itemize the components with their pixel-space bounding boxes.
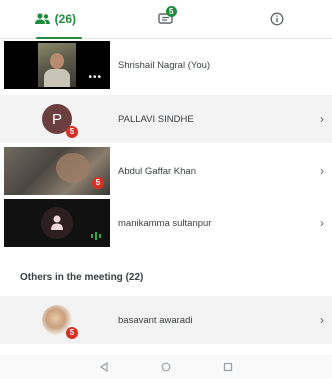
person-icon <box>51 215 63 230</box>
more-options-icon[interactable]: ••• <box>88 72 102 83</box>
avatar: 5 <box>42 305 78 339</box>
chevron-right-icon[interactable]: › <box>320 216 324 230</box>
tab-bar: (26) 5 <box>0 0 332 39</box>
audio-level-icon <box>91 232 101 240</box>
active-tab-indicator <box>36 37 82 39</box>
info-icon <box>270 12 284 26</box>
badge: 5 <box>66 126 78 138</box>
badge: 5 <box>66 327 78 339</box>
participant-row[interactable]: 5 Abdul Gaffar Khan › <box>0 147 332 195</box>
chevron-right-icon[interactable]: › <box>320 313 324 327</box>
video-tile: ••• <box>4 41 110 89</box>
participant-video <box>38 43 76 87</box>
chevron-right-icon[interactable]: › <box>320 112 324 126</box>
home-icon[interactable] <box>161 362 171 372</box>
participant-name: Shrishail Nagral (You) <box>118 59 211 71</box>
participant-name: basavant awaradi <box>118 314 193 326</box>
avatar-tile: P 5 <box>4 95 110 143</box>
chevron-right-icon[interactable]: › <box>320 164 324 178</box>
participant-row[interactable]: 5 basavant awaradi › <box>0 296 332 344</box>
system-nav-bar <box>0 355 332 379</box>
tab-info[interactable] <box>221 0 332 38</box>
participant-row[interactable]: ••• Shrishail Nagral (You) <box>0 41 332 89</box>
participant-name: PALLAVI SINDHE <box>118 113 194 125</box>
people-icon <box>34 13 50 24</box>
participant-name: Abdul Gaffar Khan <box>118 165 196 177</box>
participant-row[interactable]: manikamma sultanpur › <box>0 199 332 247</box>
tab-people[interactable]: (26) <box>0 0 111 39</box>
avatar: P 5 <box>42 104 78 138</box>
tab-chat[interactable]: 5 <box>111 0 222 38</box>
chat-unread-badge: 5 <box>165 6 177 17</box>
avatar-tile: 5 <box>4 296 110 344</box>
back-icon[interactable] <box>99 362 109 372</box>
recents-icon[interactable] <box>223 362 233 372</box>
participant-name: manikamma sultanpur <box>118 217 212 229</box>
avatar-tile <box>4 199 110 247</box>
avatar-initial: P <box>51 110 62 128</box>
people-count: (26) <box>54 12 76 26</box>
video-tile: 5 <box>4 147 110 195</box>
badge: 5 <box>92 177 104 189</box>
participant-video <box>56 153 90 183</box>
participant-row[interactable]: P 5 PALLAVI SINDHE › <box>0 95 332 143</box>
avatar <box>41 207 73 239</box>
others-section-label: Others in the meeting (22) <box>20 272 144 283</box>
